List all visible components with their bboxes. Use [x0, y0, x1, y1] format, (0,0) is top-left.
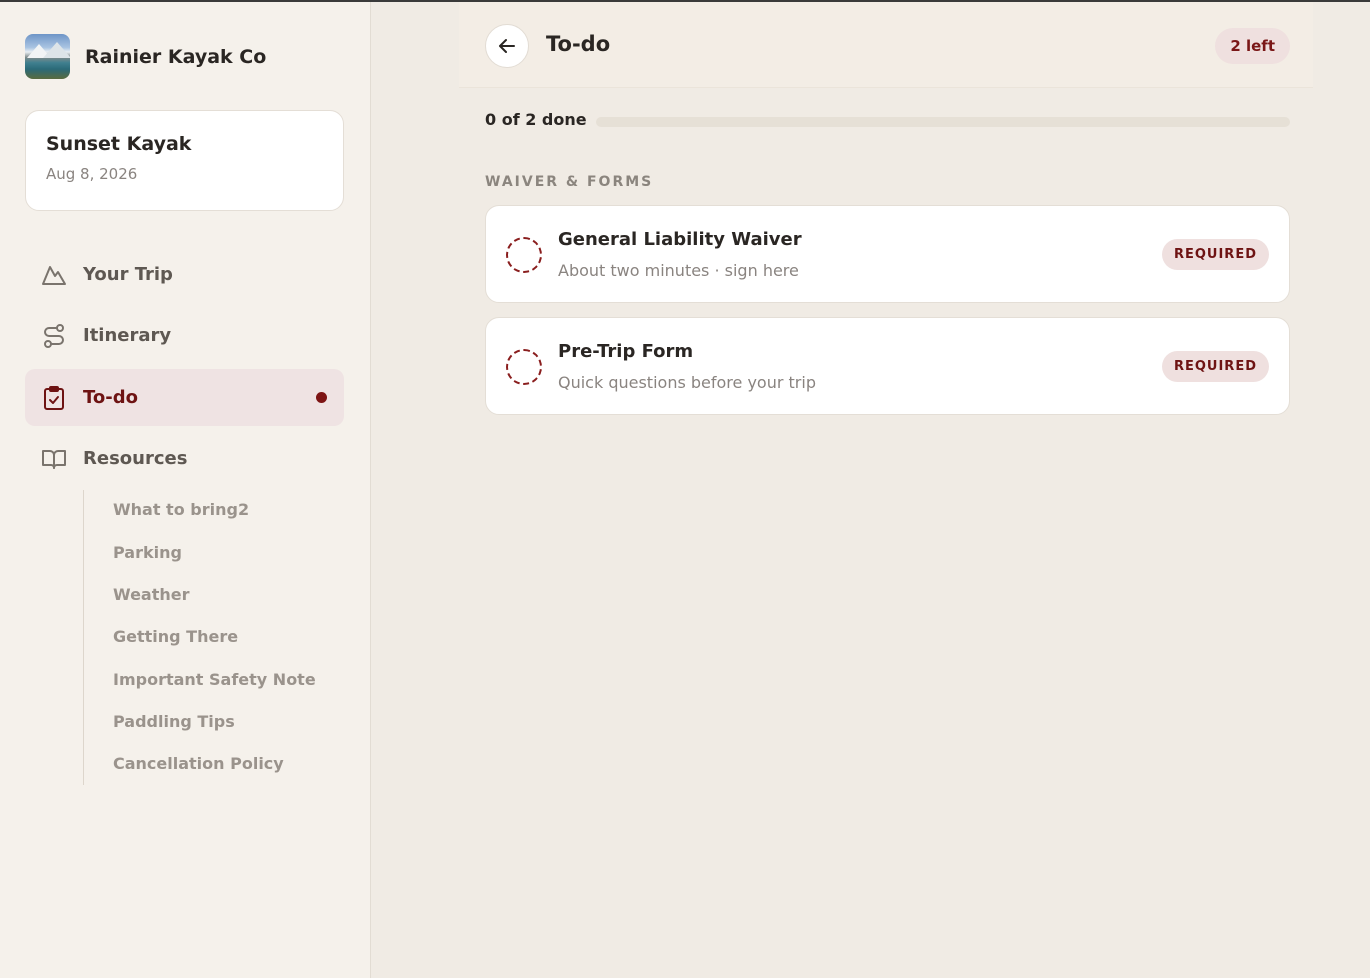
sidebar-item-label: Itinerary: [83, 325, 172, 346]
resource-link-getting-there[interactable]: Getting There: [113, 627, 238, 646]
back-button[interactable]: [485, 24, 529, 68]
route-icon: [41, 323, 67, 349]
book-open-icon: [41, 446, 67, 472]
trip-card[interactable]: Sunset Kayak Aug 8, 2026: [25, 110, 344, 211]
task-subtitle: About two minutes · sign here: [558, 261, 799, 280]
brand[interactable]: Rainier Kayak Co: [25, 34, 266, 79]
brand-name: Rainier Kayak Co: [85, 45, 267, 68]
brand-logo: [25, 34, 70, 79]
progress-bar: [596, 117, 1290, 127]
resource-link-what-to-bring[interactable]: What to bring2: [113, 500, 249, 519]
sidebar-item-itinerary[interactable]: Itinerary: [25, 307, 344, 364]
resource-link-parking[interactable]: Parking: [113, 543, 182, 562]
resources-submenu: What to bring2 Parking Weather Getting T…: [83, 490, 323, 785]
required-badge: REQUIRED: [1161, 351, 1269, 382]
sidebar-item-your-trip[interactable]: Your Trip: [25, 246, 344, 303]
task-status-circle[interactable]: [506, 349, 542, 385]
task-status-circle[interactable]: [506, 237, 542, 273]
remaining-badge: 2 left: [1215, 28, 1290, 64]
task-title: General Liability Waiver: [558, 229, 802, 250]
task-title: Pre-Trip Form: [558, 341, 694, 362]
arrow-left-icon: [499, 39, 515, 53]
required-badge: REQUIRED: [1161, 239, 1269, 270]
resource-link-cancellation-policy[interactable]: Cancellation Policy: [113, 754, 284, 773]
task-card[interactable]: General Liability Waiver About two minut…: [485, 205, 1290, 303]
sidebar-item-label: To-do: [83, 387, 138, 408]
alert-dot: [316, 392, 327, 403]
task-card[interactable]: Pre-Trip Form Quick questions before you…: [485, 317, 1290, 415]
sidebar-item-resources[interactable]: Resources: [25, 430, 344, 487]
task-subtitle: Quick questions before your trip: [558, 373, 816, 392]
clipboard-check-icon: [41, 385, 67, 411]
sidebar: Rainier Kayak Co Sunset Kayak Aug 8, 202…: [0, 2, 371, 978]
page-header: To-do 2 left: [459, 2, 1313, 88]
resource-link-paddling-tips[interactable]: Paddling Tips: [113, 712, 235, 731]
section-title: WAIVER & FORMS: [485, 174, 654, 190]
mountain-icon: [41, 262, 67, 288]
trip-name: Sunset Kayak: [46, 133, 192, 155]
progress-label: 0 of 2 done: [485, 110, 587, 129]
trip-date: Aug 8, 2026: [46, 165, 138, 183]
sidebar-item-todo[interactable]: To-do: [25, 369, 344, 426]
page-title: To-do: [546, 32, 611, 56]
sidebar-item-label: Your Trip: [83, 264, 173, 285]
sidebar-item-label: Resources: [83, 448, 188, 469]
resource-link-weather[interactable]: Weather: [113, 585, 190, 604]
resource-link-safety-note[interactable]: Important Safety Note: [113, 670, 316, 689]
